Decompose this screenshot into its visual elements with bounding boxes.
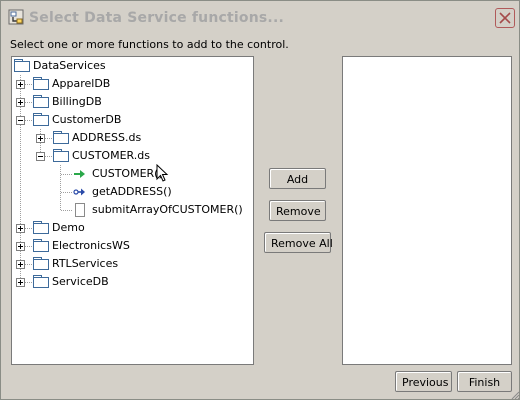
- tree-node-address-ds[interactable]: ADDRESS.ds: [12, 130, 253, 146]
- tree-node-fn-customer[interactable]: CUSTOMER(): [12, 166, 253, 182]
- folder-icon: [53, 131, 71, 145]
- tree-node-label: CUSTOMER(): [92, 167, 163, 180]
- dialog-app-icon: [8, 9, 24, 25]
- expand-toggle[interactable]: [36, 134, 45, 143]
- expand-toggle[interactable]: [16, 242, 25, 251]
- function-green-arrow-icon: [74, 170, 85, 178]
- folder-icon: [33, 221, 51, 235]
- remove-button[interactable]: Remove: [269, 200, 326, 221]
- tree-node-label: ApparelDB: [52, 77, 111, 90]
- data-services-tree[interactable]: DataServices ApparelDB BillingDB Custome…: [11, 56, 254, 365]
- folder-icon: [33, 95, 51, 109]
- mouse-cursor-icon: [156, 164, 169, 182]
- document-icon: [75, 203, 85, 217]
- tree-node-fn-getaddress[interactable]: getADDRESS(): [12, 184, 253, 200]
- folder-icon: [53, 149, 71, 163]
- tree-node-billingdb[interactable]: BillingDB: [12, 94, 253, 110]
- tree-node-label: getADDRESS(): [92, 185, 172, 198]
- tree-node-customerdb[interactable]: CustomerDB: [12, 112, 253, 128]
- tree-node-dataservices[interactable]: DataServices: [12, 58, 253, 74]
- folder-icon: [33, 257, 51, 271]
- tree-node-servicedb[interactable]: ServiceDB: [12, 274, 253, 290]
- tree-node-label: ServiceDB: [52, 275, 109, 288]
- tree-node-label: submitArrayOfCUSTOMER(): [92, 203, 243, 216]
- tree-node-demo[interactable]: Demo: [12, 220, 253, 236]
- tree-node-label: Demo: [52, 221, 85, 234]
- expand-toggle[interactable]: [16, 224, 25, 233]
- folder-icon: [33, 113, 51, 127]
- expand-toggle[interactable]: [16, 98, 25, 107]
- title-bar[interactable]: Select Data Service functions...: [1, 1, 519, 34]
- expand-toggle[interactable]: [16, 80, 25, 89]
- selected-functions-list[interactable]: [342, 56, 512, 365]
- tree-node-label: BillingDB: [52, 95, 102, 108]
- tree-node-label: CustomerDB: [52, 113, 122, 126]
- previous-button[interactable]: Previous: [395, 371, 452, 392]
- select-data-service-dialog: Select Data Service functions... Select …: [0, 0, 520, 400]
- folder-icon: [33, 77, 51, 91]
- close-icon: [499, 12, 511, 24]
- tree-node-rtlservices[interactable]: RTLServices: [12, 256, 253, 272]
- instruction-text: Select one or more functions to add to t…: [10, 38, 289, 51]
- tree-node-electronicsws[interactable]: ElectronicsWS: [12, 238, 253, 254]
- function-blue-arrow-icon: [73, 188, 85, 196]
- close-button[interactable]: [495, 8, 515, 28]
- tree-node-label: DataServices: [33, 59, 106, 72]
- expand-toggle[interactable]: [16, 278, 25, 287]
- tree-node-label: ElectronicsWS: [52, 239, 130, 252]
- collapse-toggle[interactable]: [16, 116, 25, 125]
- add-button[interactable]: Add: [269, 168, 326, 189]
- tree-node-customer-ds[interactable]: CUSTOMER.ds: [12, 148, 253, 164]
- remove-all-button[interactable]: Remove All: [264, 232, 333, 253]
- window-title: Select Data Service functions...: [29, 10, 284, 26]
- tree-node-fn-submitarray[interactable]: submitArrayOfCUSTOMER(): [12, 202, 253, 218]
- collapse-toggle[interactable]: [36, 152, 45, 161]
- tree-node-label: CUSTOMER.ds: [72, 149, 150, 162]
- tree-node-appareldb[interactable]: ApparelDB: [12, 76, 253, 92]
- folder-icon: [33, 275, 51, 289]
- resize-grip-icon[interactable]: [510, 390, 520, 400]
- expand-toggle[interactable]: [16, 260, 25, 269]
- tree-node-label: RTLServices: [52, 257, 119, 270]
- tree-node-label: ADDRESS.ds: [72, 131, 142, 144]
- folder-icon: [33, 239, 51, 253]
- folder-icon: [14, 59, 32, 73]
- finish-button[interactable]: Finish: [457, 371, 512, 392]
